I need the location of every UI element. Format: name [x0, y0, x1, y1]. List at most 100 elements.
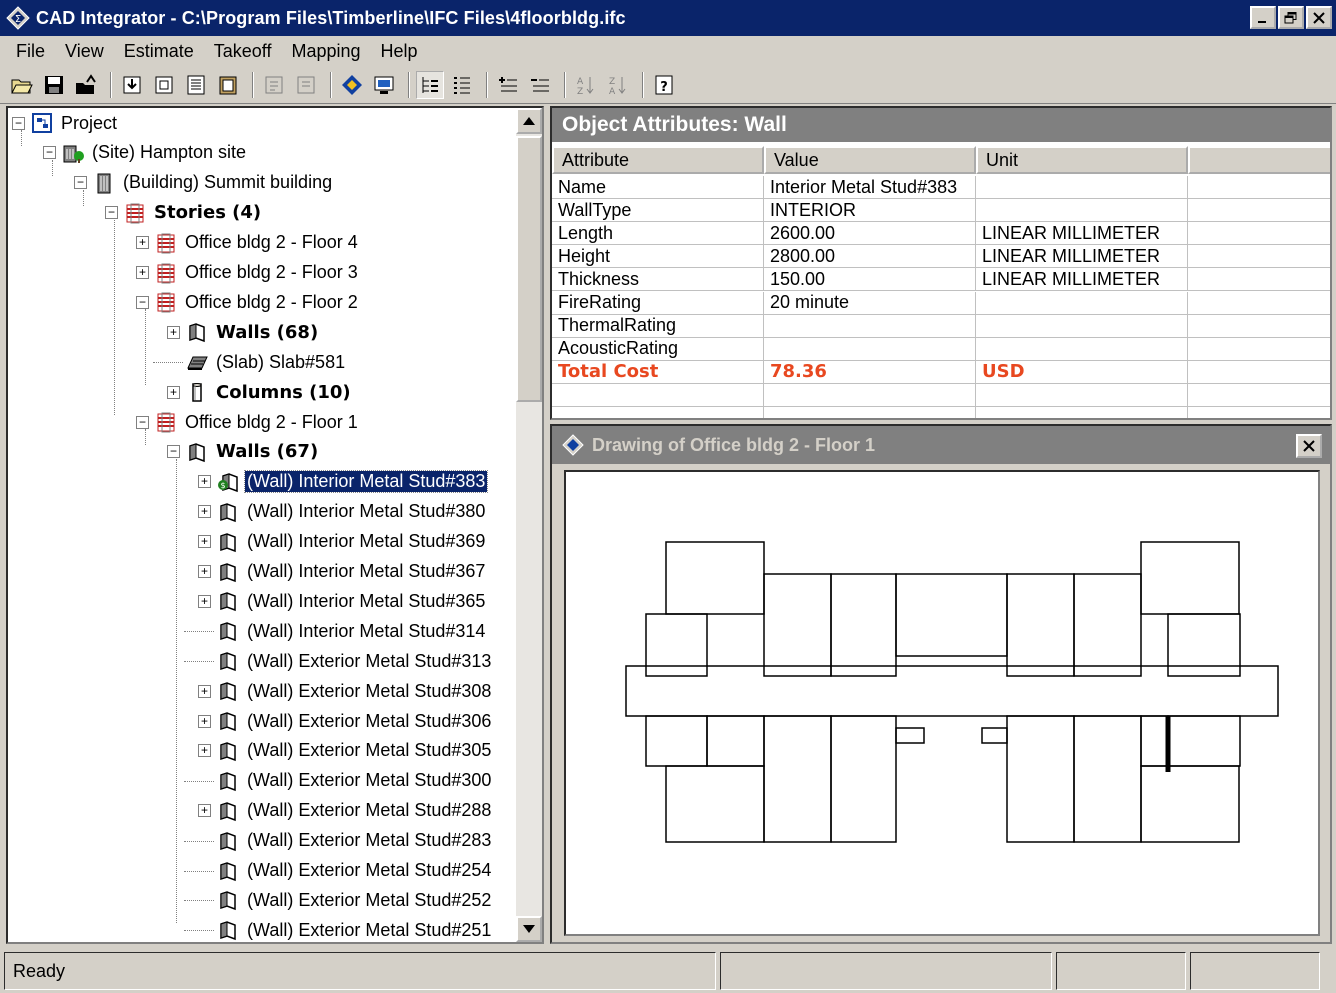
tree-item[interactable]: + Office bldg 2 - Floor 3 [136, 258, 360, 288]
sort-ascending-button[interactable]: AZ [572, 71, 600, 99]
tree-item[interactable]: + $ (Wall) Interior Metal Stud#383 [198, 467, 489, 497]
expand-icon[interactable]: + [198, 535, 211, 549]
scroll-down-button[interactable] [516, 916, 542, 942]
collapse-icon[interactable]: − [136, 415, 149, 429]
floor-plan-drawing[interactable] [566, 472, 1318, 934]
integrator-button[interactable] [338, 71, 366, 99]
drawing-close-button[interactable] [1296, 434, 1322, 458]
column-unit[interactable]: Unit [976, 146, 1188, 174]
attribute-row[interactable] [552, 383, 1330, 407]
import-button[interactable] [118, 71, 146, 99]
tree-item[interactable]: − (Building) Summit building [74, 168, 334, 198]
attribute-row[interactable]: Name Interior Metal Stud#383 [552, 176, 1330, 199]
save-button[interactable] [40, 71, 68, 99]
expand-icon[interactable]: + [167, 325, 180, 339]
page-button[interactable] [150, 71, 178, 99]
collapse-icon[interactable]: − [12, 116, 25, 130]
tree-item[interactable]: − Office bldg 2 - Floor 2 [136, 287, 360, 317]
remove-item-button[interactable] [526, 71, 554, 99]
expand-icon[interactable]: + [198, 714, 211, 728]
attribute-row[interactable]: ThermalRating [552, 314, 1330, 338]
tree-scrollbar[interactable] [516, 108, 542, 942]
collapse-icon[interactable]: − [136, 295, 149, 309]
tree-item[interactable]: + Walls (68) [167, 317, 320, 347]
tree-view-button[interactable] [416, 70, 444, 99]
attribute-row[interactable]: Thickness 150.00 LINEAR MILLIMETER [552, 268, 1330, 292]
expand-icon[interactable]: + [198, 744, 211, 758]
attribute-row[interactable] [552, 407, 1330, 418]
collapse-icon[interactable]: − [43, 146, 56, 160]
expand-icon[interactable]: + [167, 385, 180, 399]
tree-connector [198, 625, 211, 638]
close-button[interactable] [1306, 6, 1332, 29]
list-view-button[interactable] [448, 71, 476, 99]
open-button[interactable] [8, 71, 36, 99]
restore-button[interactable] [1278, 6, 1304, 29]
tree-item[interactable]: + (Wall) Exterior Metal Stud#306 [198, 706, 493, 736]
expand-icon[interactable]: + [198, 475, 211, 489]
expand-icon[interactable]: + [198, 594, 211, 608]
tree-item[interactable]: (Wall) Exterior Metal Stud#254 [198, 856, 493, 886]
tree-item[interactable]: (Wall) Exterior Metal Stud#313 [198, 646, 493, 676]
tree-item[interactable]: (Wall) Interior Metal Stud#314 [198, 616, 487, 646]
add-item-button[interactable] [494, 71, 522, 99]
clipboard-button[interactable] [214, 71, 242, 99]
attribute-row[interactable]: FireRating 20 minute [552, 291, 1330, 315]
attribute-row[interactable]: Height 2800.00 LINEAR MILLIMETER [552, 245, 1330, 269]
project-tree[interactable]: − Project − (Site) Hampton site − (Building) … [6, 106, 544, 944]
column-icon [192, 383, 202, 402]
expand-icon[interactable]: + [198, 505, 211, 519]
tree-item[interactable]: + (Wall) Exterior Metal Stud#308 [198, 676, 493, 706]
help-button[interactable]: ? [650, 71, 678, 99]
tree-item[interactable]: − Walls (67) [167, 437, 320, 467]
scroll-thumb[interactable] [516, 136, 542, 402]
minimize-button[interactable] [1250, 6, 1276, 29]
tree-item[interactable]: (Wall) Exterior Metal Stud#252 [198, 885, 493, 915]
attribute-row[interactable]: Length 2600.00 LINEAR MILLIMETER [552, 222, 1330, 246]
tree-item[interactable]: + Columns (10) [167, 377, 353, 407]
tree-item[interactable]: + (Wall) Interior Metal Stud#380 [198, 497, 487, 527]
menu-help[interactable]: Help [371, 41, 428, 62]
floor-plan-canvas[interactable] [564, 470, 1320, 936]
tree-item[interactable]: (Slab) Slab#581 [167, 347, 347, 377]
menu-view[interactable]: View [55, 41, 114, 62]
tree-item[interactable]: + (Wall) Interior Metal Stud#367 [198, 557, 487, 587]
menu-mapping[interactable]: Mapping [281, 41, 370, 62]
expand-icon[interactable]: + [198, 684, 211, 698]
export-button[interactable] [72, 71, 100, 99]
tree-connector [198, 924, 211, 937]
column-attribute[interactable]: Attribute [552, 146, 764, 174]
tree-item[interactable]: + (Wall) Exterior Metal Stud#288 [198, 796, 493, 826]
expand-icon[interactable]: + [136, 266, 149, 279]
sort-descending-button[interactable]: ZA [604, 71, 632, 99]
estimate2-button[interactable] [292, 71, 320, 99]
tree-item[interactable]: (Wall) Exterior Metal Stud#300 [198, 766, 493, 796]
tree-item[interactable]: − Project [12, 108, 119, 138]
expand-icon[interactable]: + [198, 804, 211, 818]
tree-item[interactable]: − Office bldg 2 - Floor 1 [136, 407, 360, 437]
expand-icon[interactable]: + [136, 236, 149, 250]
menu-takeoff[interactable]: Takeoff [204, 41, 282, 62]
collapse-icon[interactable]: − [167, 445, 180, 459]
scroll-up-button[interactable] [516, 108, 542, 134]
expand-icon[interactable]: + [198, 565, 211, 578]
view-button[interactable] [370, 71, 398, 99]
tree-item[interactable]: − Stories (4) [105, 198, 263, 228]
collapse-icon[interactable]: − [74, 176, 87, 190]
tree-item[interactable]: + (Wall) Interior Metal Stud#365 [198, 586, 487, 616]
tree-item[interactable]: + (Wall) Exterior Metal Stud#305 [198, 736, 493, 766]
attribute-row[interactable]: AcousticRating [552, 337, 1330, 361]
column-value[interactable]: Value [764, 146, 976, 174]
attribute-row[interactable]: WallType INTERIOR [552, 199, 1330, 223]
tree-item[interactable]: − (Site) Hampton site [43, 138, 248, 168]
menu-estimate[interactable]: Estimate [114, 41, 204, 62]
tree-item[interactable]: (Wall) Exterior Metal Stud#283 [198, 826, 493, 856]
tree-item[interactable]: (Wall) Exterior Metal Stud#251 [198, 915, 493, 942]
estimate-button[interactable] [260, 71, 288, 99]
attribute-row[interactable]: Total Cost 78.36 USD [552, 360, 1330, 384]
collapse-icon[interactable]: − [105, 206, 118, 220]
tree-item[interactable]: + Office bldg 2 - Floor 4 [136, 228, 360, 258]
report-button[interactable] [182, 71, 210, 99]
menu-file[interactable]: File [6, 41, 55, 62]
tree-item[interactable]: + (Wall) Interior Metal Stud#369 [198, 527, 487, 557]
